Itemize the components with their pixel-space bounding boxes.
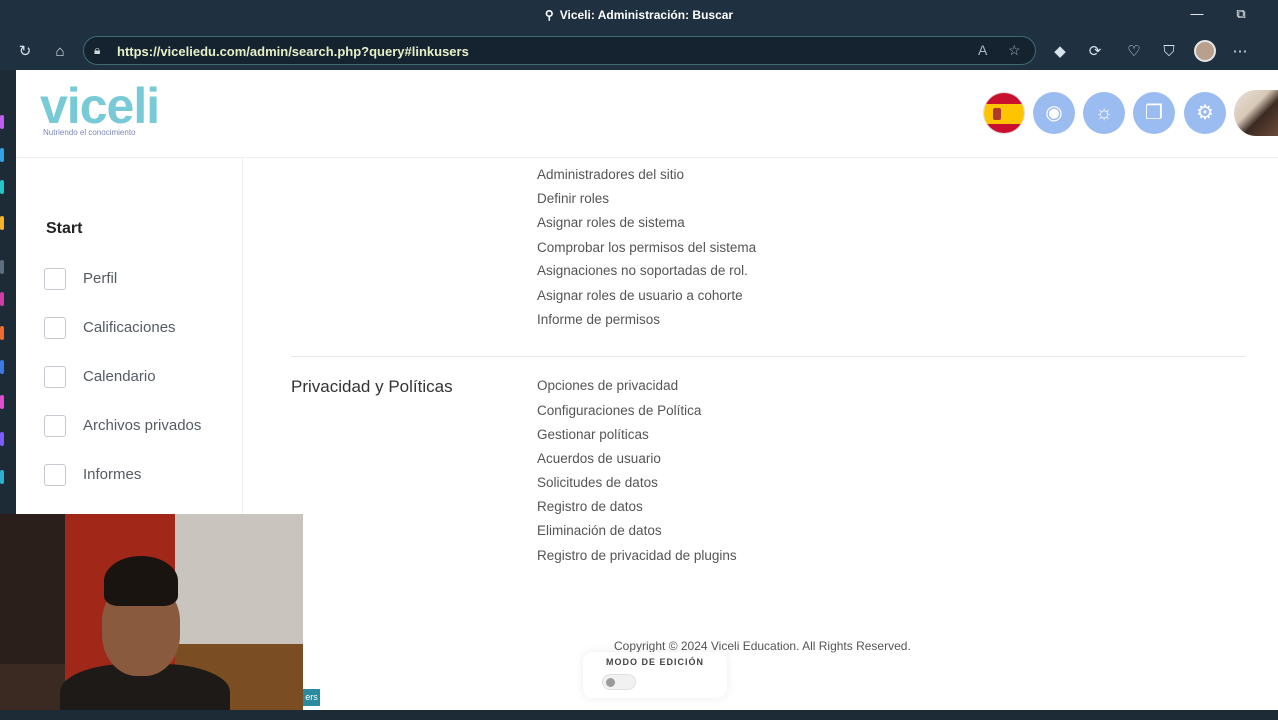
- browser-titlebar: ⚲ Viceli: Administración: Buscar — ⧉: [0, 0, 1278, 32]
- url-text[interactable]: https://viceliedu.com/admin/search.php?q…: [117, 44, 469, 59]
- sidebar-heading: Start: [46, 220, 83, 237]
- sidebar-item-calificaciones[interactable]: Calificaciones: [44, 313, 234, 343]
- shield-icon[interactable]: ⛉: [1158, 41, 1180, 63]
- webcam-overlay: [0, 514, 303, 720]
- taskbar: [0, 710, 1278, 720]
- lock-icon[interactable]: 🔒︎: [94, 43, 100, 58]
- sidebar-item-label: Calendario: [83, 368, 156, 385]
- sidebar-item-calendario[interactable]: Calendario: [44, 362, 234, 392]
- toggle-knob: [606, 678, 615, 687]
- file-icon: [44, 415, 66, 437]
- section-divider: [291, 356, 1246, 357]
- sidebar-item-label: Informes: [83, 466, 142, 483]
- footer-copyright: Copyright © 2024 Viceli Education. All R…: [614, 639, 911, 653]
- main-content: Administradores del sitio Definir roles …: [242, 158, 1278, 710]
- sidebar-item-archivos-privados[interactable]: Archivos privados: [44, 411, 234, 441]
- link-registro-datos[interactable]: Registro de datos: [537, 499, 643, 514]
- link-configuraciones-politica[interactable]: Configuraciones de Política: [537, 403, 701, 418]
- link-comprobar-permisos[interactable]: Comprobar los permisos del sistema: [537, 240, 756, 255]
- link-solicitudes-datos[interactable]: Solicitudes de datos: [537, 475, 658, 490]
- robot-icon[interactable]: ☼: [1083, 92, 1125, 134]
- user-avatar[interactable]: [1234, 90, 1278, 136]
- link-informe-permisos[interactable]: Informe de permisos: [537, 312, 660, 327]
- link-acuerdos-usuario[interactable]: Acuerdos de usuario: [537, 451, 661, 466]
- link-asignaciones-no-soportadas[interactable]: Asignaciones no soportadas de rol.: [537, 263, 748, 278]
- restore-button[interactable]: ⧉: [1230, 6, 1252, 26]
- favorite-icon[interactable]: ☆: [1008, 42, 1021, 59]
- spain-flag-icon[interactable]: [983, 92, 1025, 134]
- link-gestionar-politicas[interactable]: Gestionar políticas: [537, 427, 649, 442]
- refresh-icon[interactable]: ↻: [14, 41, 36, 63]
- sidebar-item-label: Calificaciones: [83, 319, 176, 336]
- browser-toolbar: ↻ ⌂ 🔒︎ https://viceliedu.com/admin/searc…: [0, 32, 1278, 70]
- profile-avatar[interactable]: [1194, 40, 1216, 62]
- link-asignar-roles-cohorte[interactable]: Asignar roles de usuario a cohorte: [537, 288, 743, 303]
- site-favicon-icon: ⚲: [544, 8, 554, 22]
- more-icon[interactable]: ⋯: [1229, 41, 1251, 63]
- gear-icon[interactable]: ⚙: [1184, 92, 1226, 134]
- site-header: viceli Nutriendo el conocimiento ◉ ☼ ❐ ⚙: [16, 70, 1278, 158]
- sidebar-item-perfil[interactable]: Perfil: [44, 264, 234, 294]
- chat-icon[interactable]: ❐: [1133, 92, 1175, 134]
- link-opciones-privacidad[interactable]: Opciones de privacidad: [537, 378, 678, 393]
- edit-mode-panel: MODO DE EDICIÓN: [583, 652, 727, 698]
- copilot-icon[interactable]: ⟳: [1084, 41, 1106, 63]
- viceli-logo[interactable]: viceli Nutriendo el conocimiento: [40, 78, 160, 137]
- profile-icon: [44, 268, 66, 290]
- sidebar-item-informes[interactable]: Informes: [44, 460, 234, 490]
- section-title: Privacidad y Políticas: [291, 377, 453, 396]
- health-icon[interactable]: ♡: [1123, 41, 1145, 63]
- hide-icon[interactable]: ◉: [1033, 92, 1075, 134]
- sidebar-item-label: Archivos privados: [83, 417, 202, 434]
- edit-mode-toggle[interactable]: [602, 674, 636, 690]
- link-definir-roles[interactable]: Definir roles: [537, 191, 609, 206]
- extension-icon[interactable]: ◆: [1049, 41, 1071, 63]
- window-title: ⚲ Viceli: Administración: Buscar: [544, 8, 734, 22]
- tab-chip[interactable]: ers: [303, 689, 320, 706]
- sidebar-item-label: Perfil: [83, 270, 118, 287]
- address-bar[interactable]: 🔒︎ https://viceliedu.com/admin/search.ph…: [83, 36, 1036, 65]
- minimize-button[interactable]: —: [1186, 6, 1208, 26]
- link-eliminacion-datos[interactable]: Eliminación de datos: [537, 523, 662, 538]
- read-aloud-icon[interactable]: A: [978, 42, 987, 58]
- calendar-icon: [44, 366, 66, 388]
- grades-icon: [44, 317, 66, 339]
- link-administradores[interactable]: Administradores del sitio: [537, 167, 684, 182]
- link-asignar-roles-sistema[interactable]: Asignar roles de sistema: [537, 215, 685, 230]
- edit-mode-label: MODO DE EDICIÓN: [605, 657, 704, 667]
- link-registro-privacidad-plugins[interactable]: Registro de privacidad de plugins: [537, 548, 737, 563]
- home-icon[interactable]: ⌂: [49, 41, 71, 63]
- reports-icon: [44, 464, 66, 486]
